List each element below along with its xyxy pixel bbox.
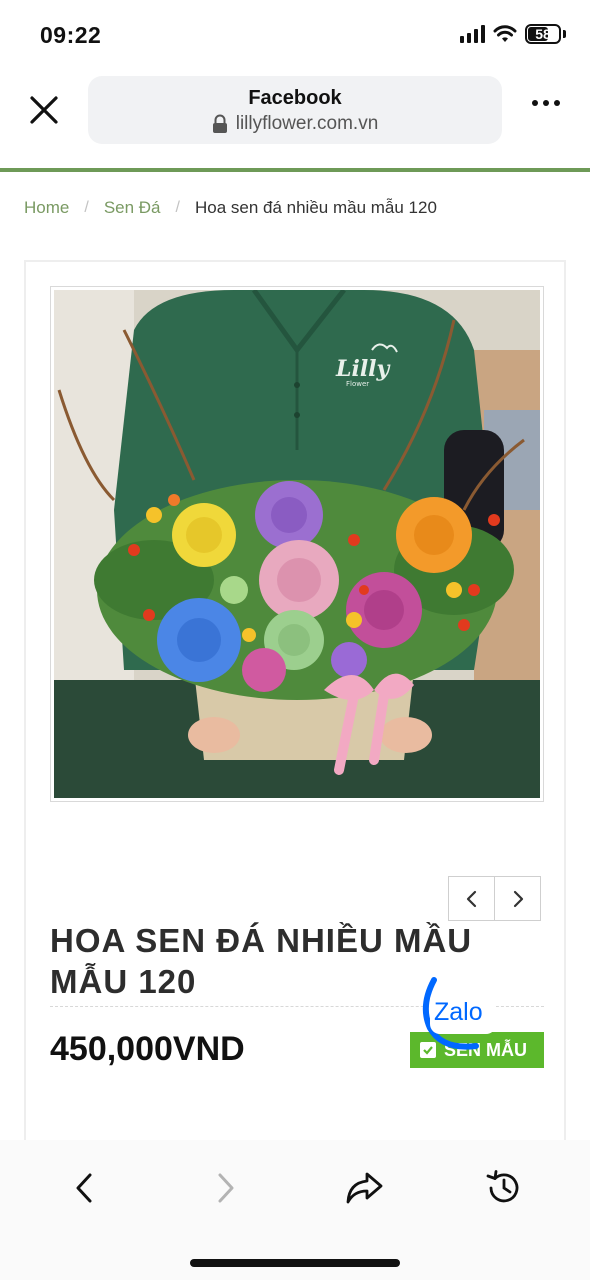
image-prev-button[interactable] bbox=[448, 876, 495, 921]
cellular-signal-icon bbox=[460, 25, 485, 43]
back-icon bbox=[76, 1173, 92, 1203]
battery-icon: 58 bbox=[525, 24, 561, 44]
shirt-logo-text: Lilly bbox=[335, 356, 392, 382]
close-icon bbox=[30, 96, 58, 124]
header-accent-line bbox=[0, 168, 590, 172]
share-button[interactable] bbox=[340, 1164, 388, 1212]
image-nav bbox=[448, 876, 541, 921]
zalo-label: Zalo bbox=[434, 998, 483, 1026]
page-title: Facebook bbox=[248, 87, 342, 109]
address-bar[interactable]: Facebook lillyflower.com.vn bbox=[88, 76, 502, 144]
more-options-button[interactable] bbox=[532, 100, 560, 106]
browser-toolbar bbox=[0, 1140, 590, 1280]
flower-basket-image: Lilly Flower bbox=[54, 290, 540, 798]
home-indicator bbox=[190, 1259, 400, 1267]
product-price: 450,000VND bbox=[50, 1030, 245, 1068]
zalo-chat-button[interactable]: Zalo bbox=[420, 976, 500, 1052]
breadcrumb-current: Hoa sen đá nhiều mầu mẫu 120 bbox=[194, 198, 437, 217]
breadcrumb: Home / Sen Đá / Hoa sen đá nhiều mầu mẫu… bbox=[24, 198, 437, 218]
battery-level: 58 bbox=[535, 26, 551, 42]
chevron-right-icon bbox=[513, 890, 523, 907]
breadcrumb-home-link[interactable]: Home bbox=[24, 198, 69, 218]
share-icon bbox=[346, 1172, 383, 1204]
chevron-left-icon bbox=[466, 890, 476, 907]
zalo-icon: Zalo bbox=[422, 977, 496, 1050]
close-button[interactable] bbox=[26, 92, 62, 128]
breadcrumb-separator: / bbox=[175, 199, 180, 216]
product-photo: Lilly Flower bbox=[54, 290, 540, 798]
wifi-icon bbox=[493, 25, 517, 42]
shirt-logo-subtext: Flower bbox=[346, 380, 369, 388]
back-button[interactable] bbox=[60, 1164, 108, 1212]
breadcrumb-separator: / bbox=[84, 199, 89, 216]
browser-header: Facebook lillyflower.com.vn bbox=[0, 70, 590, 152]
status-time: 09:22 bbox=[40, 22, 102, 48]
forward-icon bbox=[218, 1173, 234, 1203]
product-image-frame[interactable]: Lilly Flower bbox=[50, 286, 544, 802]
history-icon bbox=[486, 1170, 519, 1203]
url-text: lillyflower.com.vn bbox=[235, 113, 379, 134]
status-bar: 09:22 58 bbox=[0, 0, 590, 70]
lock-icon bbox=[212, 114, 227, 133]
history-button[interactable] bbox=[480, 1164, 528, 1212]
product-title-line1: HOA SEN ĐÁ NHIỀU MẦU bbox=[50, 922, 473, 959]
forward-button[interactable] bbox=[202, 1164, 250, 1212]
status-icons: 58 bbox=[460, 24, 566, 44]
image-next-button[interactable] bbox=[494, 876, 541, 921]
breadcrumb-category-link[interactable]: Sen Đá bbox=[104, 198, 161, 218]
